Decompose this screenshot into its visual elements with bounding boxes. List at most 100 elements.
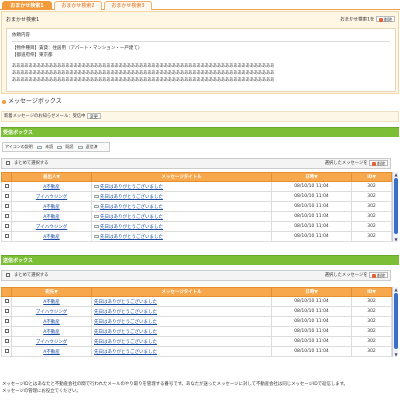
message-title-link[interactable]: 先日はありがとうございました	[100, 235, 163, 240]
outbox-delete-selected-label: 選択したメッセージを	[324, 273, 368, 278]
row-checkbox-cell	[1, 336, 12, 347]
message-title-link[interactable]: 先日はありがとうございました	[94, 300, 157, 305]
row-checkbox[interactable]	[4, 223, 9, 228]
scroll-down-icon[interactable]: ▼	[393, 237, 399, 242]
table-row[interactable]: ブイハウジング 先日はありがとうございました 08/10/10 11:04 302	[1, 191, 392, 202]
message-title-link[interactable]: 先日はありがとうございました	[100, 185, 163, 190]
inbox-delete-button[interactable]: 削除	[369, 159, 388, 166]
message-title-cell: 先日はありがとうございました	[91, 316, 272, 327]
row-checkbox[interactable]	[4, 183, 9, 188]
sender-link[interactable]: ブイハウジング	[11, 306, 92, 317]
table-row[interactable]: A不動産 先日はありがとうございました 08/10/10 11:04 302	[1, 181, 392, 192]
row-checkbox-cell	[1, 316, 12, 327]
table-row[interactable]: ブイハウジング 先日はありがとうございました 08/10/10 11:04 302	[1, 221, 392, 232]
table-row[interactable]: A不動産 先日はありがとうございました 08/10/10 11:04 302	[1, 231, 392, 242]
scroll-up-icon[interactable]: ▲	[393, 287, 399, 292]
message-title-cell: 先日はありがとうございました	[91, 211, 272, 222]
table-row[interactable]: A不動産 先日はありがとうございました 08/10/10 11:04 302	[1, 211, 392, 222]
message-title-cell: 先日はありがとうございました	[91, 336, 272, 347]
sender-link[interactable]: ブイハウジング	[11, 221, 92, 232]
message-title-link[interactable]: 先日はありがとうございました	[94, 310, 157, 315]
sender-link[interactable]: A不動産	[11, 181, 92, 192]
column-header-id[interactable]: ID▼	[351, 172, 392, 182]
column-header-title: メッセージタイトル	[91, 287, 272, 297]
inbox-scroll-thumb[interactable]	[394, 178, 398, 234]
message-title-link[interactable]: 先日はありがとうございました	[100, 205, 163, 210]
inbox-select-all-label: まとめて選択する	[14, 161, 49, 166]
message-box-heading: メッセージボックス	[2, 98, 62, 106]
scroll-down-icon[interactable]: ▼	[393, 352, 399, 357]
table-row[interactable]: A不動産 先日はありがとうございました 08/10/10 11:04 302	[1, 296, 392, 307]
message-title-link[interactable]: 先日はありがとうございました	[94, 330, 157, 335]
envelope-icon	[94, 224, 99, 228]
table-row[interactable]: A不動産 先日はありがとうございました 08/10/10 11:04 302	[1, 326, 392, 337]
row-checkbox[interactable]	[4, 213, 9, 218]
table-row[interactable]: ブイハウジング 先日はありがとうございました 08/10/10 11:04 302	[1, 336, 392, 347]
inbox-delete-button-label: 削除	[377, 160, 385, 166]
checkbox-column-header	[1, 172, 12, 182]
change-notification-button[interactable]: 変更	[86, 112, 101, 119]
row-checkbox[interactable]	[4, 338, 9, 343]
message-date: 08/10/10 11:04	[271, 316, 352, 327]
message-title-cell: 先日はありがとうございました	[91, 296, 272, 307]
delete-search-label: おまかせ検索1を	[340, 17, 375, 23]
table-row[interactable]: ブイハウジング 先日はありがとうございました 08/10/10 11:04 302	[1, 306, 392, 317]
table-row[interactable]: A不動産 先日はありがとうございました 08/10/10 11:04 302	[1, 316, 392, 327]
outbox-select-all-label: まとめて選択する	[14, 273, 49, 278]
message-title-link[interactable]: 先日はありがとうございました	[94, 340, 157, 345]
row-checkbox[interactable]	[4, 193, 9, 198]
request-details-label: 依頼内容	[12, 33, 30, 38]
row-checkbox[interactable]	[4, 348, 9, 353]
message-title-link[interactable]: 先日はありがとうございました	[100, 225, 163, 230]
row-checkbox[interactable]	[4, 233, 9, 238]
table-row[interactable]: A不動産 先日はありがとうございました 08/10/10 11:04 302	[1, 346, 392, 357]
scroll-up-icon[interactable]: ▲	[393, 172, 399, 177]
column-header-sender[interactable]: 差出人▼	[11, 172, 92, 182]
sender-link[interactable]: A不動産	[11, 326, 92, 337]
sender-link[interactable]: A不動産	[11, 231, 92, 242]
outbox-select-all-checkbox[interactable]	[6, 273, 10, 277]
message-title-link[interactable]: 先日はありがとうございました	[94, 350, 157, 355]
prefecture: 【都道府県】東京都	[12, 53, 53, 58]
table-row[interactable]: A不動産 先日はありがとうございました 08/10/10 11:04 302	[1, 201, 392, 212]
column-header-recipient[interactable]: 宛先▼	[11, 287, 92, 297]
sender-link[interactable]: A不動産	[11, 296, 92, 307]
message-title-link[interactable]: 先日はありがとうございました	[100, 195, 163, 200]
message-id: 302	[351, 181, 392, 192]
tab-search-1[interactable]: おまかせ検索1	[2, 1, 52, 10]
legend-read: 既読	[65, 144, 74, 149]
message-id: 302	[351, 191, 392, 202]
delete-search-button[interactable]: 削除	[376, 16, 395, 22]
column-header-date[interactable]: 日時▼	[271, 287, 352, 297]
inbox-select-all-checkbox[interactable]	[6, 161, 10, 165]
tab-search-3[interactable]: おまかせ検索3	[104, 1, 152, 10]
row-checkbox[interactable]	[4, 203, 9, 208]
property-type: 【物件種目】賃貸：住居用（アパート・マンション・一戸建て）	[12, 46, 143, 51]
row-checkbox[interactable]	[4, 318, 9, 323]
column-header-date[interactable]: 日時▼	[271, 172, 352, 182]
search-panel: おまかせ検索1 おまかせ検索1を 削除 依頼内容 【物件種目】賃貸：住居用（アパ…	[1, 11, 399, 94]
row-checkbox[interactable]	[4, 308, 9, 313]
message-title-link[interactable]: 先日はありがとうございました	[94, 320, 157, 325]
column-header-id[interactable]: ID▼	[351, 287, 392, 297]
tab-search-2[interactable]: おまかせ検索2	[54, 1, 102, 10]
sender-link[interactable]: A不動産	[11, 211, 92, 222]
sender-link[interactable]: A不動産	[11, 316, 92, 327]
footer-line-1: メッセージIDとはあなたと不動産会社の間で行われたメールのやり取りを管理する番号…	[2, 382, 348, 387]
row-checkbox-cell	[1, 296, 12, 307]
outbox-delete-button[interactable]: 削除	[369, 271, 388, 278]
sender-link[interactable]: ブイハウジング	[11, 336, 92, 347]
row-checkbox-cell	[1, 181, 12, 192]
message-title-link[interactable]: 先日はありがとうございました	[100, 215, 163, 220]
row-checkbox[interactable]	[4, 298, 9, 303]
outbox-scroll-thumb[interactable]	[394, 293, 398, 349]
sender-link[interactable]: A不動産	[11, 201, 92, 212]
row-checkbox[interactable]	[4, 328, 9, 333]
message-id: 302	[351, 316, 392, 327]
outbox-scrollbar[interactable]: ▲ ▼	[392, 287, 398, 357]
sender-link[interactable]: A不動産	[11, 346, 92, 357]
inbox-scrollbar[interactable]: ▲ ▼	[392, 172, 398, 242]
message-id: 302	[351, 221, 392, 232]
row-checkbox-cell	[1, 211, 12, 222]
sender-link[interactable]: ブイハウジング	[11, 191, 92, 202]
